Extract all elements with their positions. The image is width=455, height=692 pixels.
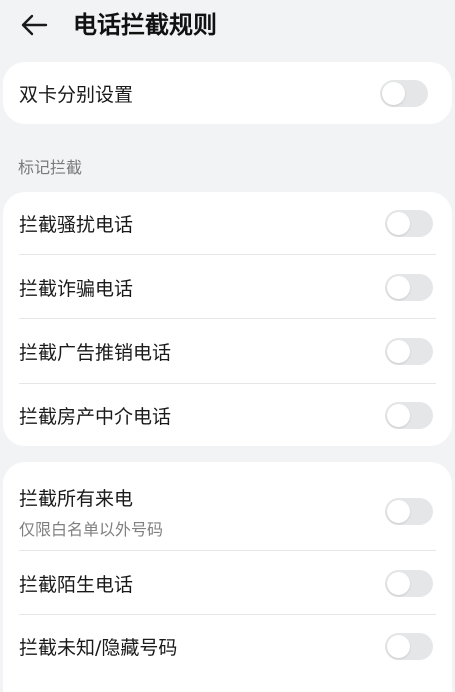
toggle-knob bbox=[382, 81, 405, 105]
item-label: 拦截未知/隐藏号码 bbox=[19, 636, 178, 659]
item-sublabel: 仅限白名单以外号码 bbox=[19, 520, 164, 539]
block-real-estate-toggle[interactable] bbox=[385, 401, 433, 429]
list-item[interactable]: 拦截所有来电 仅限白名单以外号码 bbox=[3, 462, 452, 551]
item-label: 拦截广告推销电话 bbox=[19, 342, 172, 364]
item-label: 拦截骚扰电话 bbox=[19, 214, 134, 236]
item-label: 拦截所有来电 bbox=[19, 488, 134, 510]
dual-sim-card: 双卡分别设置 bbox=[3, 62, 452, 124]
toggle-knob bbox=[387, 212, 410, 235]
block-harassment-toggle[interactable] bbox=[385, 210, 433, 237]
back-button[interactable] bbox=[18, 10, 50, 40]
item-label: 拦截房产中介电话 bbox=[19, 405, 172, 428]
item-label: 拦截诈骗电话 bbox=[19, 277, 134, 300]
toggle-knob bbox=[387, 275, 410, 299]
page-title: 电话拦截规则 bbox=[73, 11, 217, 39]
block-unknown-hidden-toggle[interactable] bbox=[385, 632, 433, 660]
dual-sim-toggle[interactable] bbox=[380, 79, 428, 107]
other-block-card: 拦截所有来电 仅限白名单以外号码 拦截陌生电话 拦截未知/隐藏号码 bbox=[3, 462, 452, 692]
toggle-knob bbox=[387, 571, 410, 595]
toggle-knob bbox=[387, 634, 410, 658]
list-item[interactable]: 拦截陌生电话 bbox=[3, 551, 452, 615]
list-item[interactable]: 拦截诈骗电话 bbox=[3, 255, 452, 319]
marked-block-card: 拦截骚扰电话 拦截诈骗电话 拦截广告推销电话 拦截房产中介电话 bbox=[3, 192, 452, 446]
block-strangers-toggle[interactable] bbox=[385, 569, 433, 597]
list-item[interactable]: 拦截广告推销电话 bbox=[3, 319, 452, 384]
arrow-left-icon bbox=[21, 14, 48, 36]
dual-sim-row[interactable]: 双卡分别设置 bbox=[3, 62, 452, 124]
list-item[interactable]: 拦截房产中介电话 bbox=[3, 384, 452, 446]
block-ads-toggle[interactable] bbox=[385, 338, 433, 365]
section-title-marked: 标记拦截 bbox=[18, 158, 83, 177]
block-all-calls-toggle[interactable] bbox=[385, 498, 433, 525]
list-item[interactable]: 拦截骚扰电话 bbox=[3, 192, 452, 255]
item-label: 拦截陌生电话 bbox=[19, 573, 134, 596]
list-item[interactable]: 拦截未知/隐藏号码 bbox=[3, 615, 452, 677]
dual-sim-label: 双卡分别设置 bbox=[19, 83, 134, 106]
block-fraud-toggle[interactable] bbox=[385, 273, 433, 301]
toggle-knob bbox=[387, 500, 410, 523]
toggle-knob bbox=[387, 340, 410, 363]
toggle-knob bbox=[387, 403, 410, 427]
app-header: 电话拦截规则 bbox=[0, 0, 455, 50]
